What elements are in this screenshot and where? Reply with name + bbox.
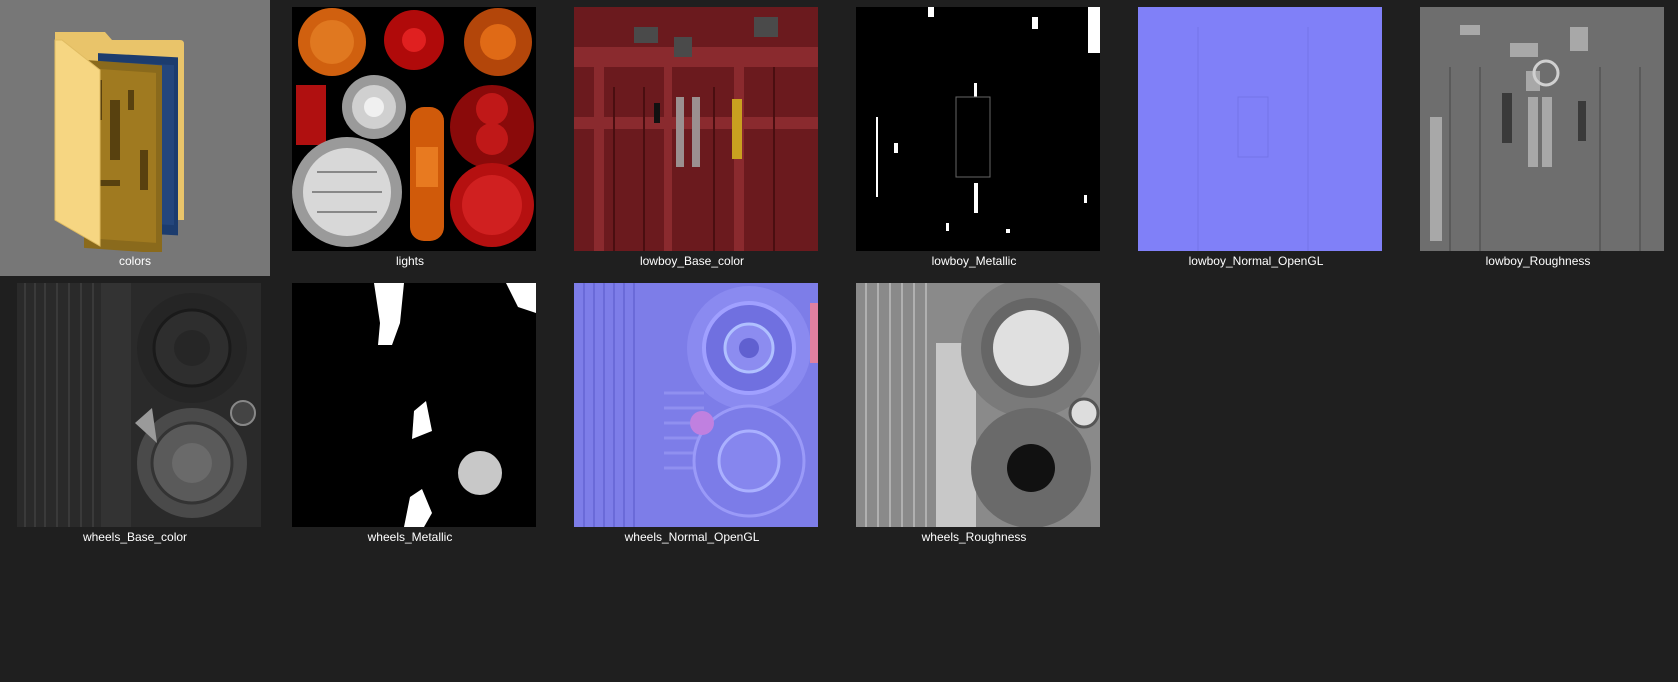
texture-thumbnail-icon xyxy=(292,7,536,251)
texture-thumbnail-icon xyxy=(574,7,818,251)
file-item-lowboy-base-color[interactable]: lowboy_Base_color xyxy=(557,0,827,276)
file-item-wheels-normal-opengl[interactable]: wheels_Normal_OpenGL xyxy=(557,276,827,552)
file-item-wheels-base-color[interactable]: wheels_Base_color xyxy=(0,276,270,552)
item-label: wheels_Base_color xyxy=(82,530,188,544)
texture-thumbnail-icon xyxy=(856,7,1100,251)
folder-icon xyxy=(0,0,270,252)
texture-thumbnail-icon xyxy=(17,283,261,527)
texture-thumbnail-icon xyxy=(856,283,1100,527)
file-item-wheels-roughness[interactable]: wheels_Roughness xyxy=(839,276,1109,552)
file-item-lowboy-roughness[interactable]: lowboy_Roughness xyxy=(1403,0,1673,276)
item-label: wheels_Metallic xyxy=(367,530,453,544)
texture-thumbnail-icon xyxy=(1420,7,1664,251)
file-item-lights[interactable]: lights xyxy=(275,0,545,276)
item-label: lowboy_Base_color xyxy=(639,254,745,268)
file-item-wheels-metallic[interactable]: wheels_Metallic xyxy=(275,276,545,552)
item-label: lowboy_Roughness xyxy=(1485,254,1591,268)
file-grid: colors lights lowboy_Base_color lowboy_M… xyxy=(0,0,1678,682)
item-label: colors xyxy=(118,254,151,268)
item-label: lights xyxy=(395,254,424,268)
texture-thumbnail-icon xyxy=(1138,7,1382,251)
item-label: wheels_Normal_OpenGL xyxy=(624,530,760,544)
item-label: wheels_Roughness xyxy=(921,530,1027,544)
texture-thumbnail-icon xyxy=(292,283,536,527)
file-item-lowboy-normal-opengl[interactable]: lowboy_Normal_OpenGL xyxy=(1121,0,1391,276)
item-label: lowboy_Normal_OpenGL xyxy=(1188,254,1324,268)
texture-thumbnail-icon xyxy=(574,283,818,527)
folder-item-colors[interactable]: colors xyxy=(0,0,270,276)
item-label: lowboy_Metallic xyxy=(931,254,1017,268)
file-item-lowboy-metallic[interactable]: lowboy_Metallic xyxy=(839,0,1109,276)
